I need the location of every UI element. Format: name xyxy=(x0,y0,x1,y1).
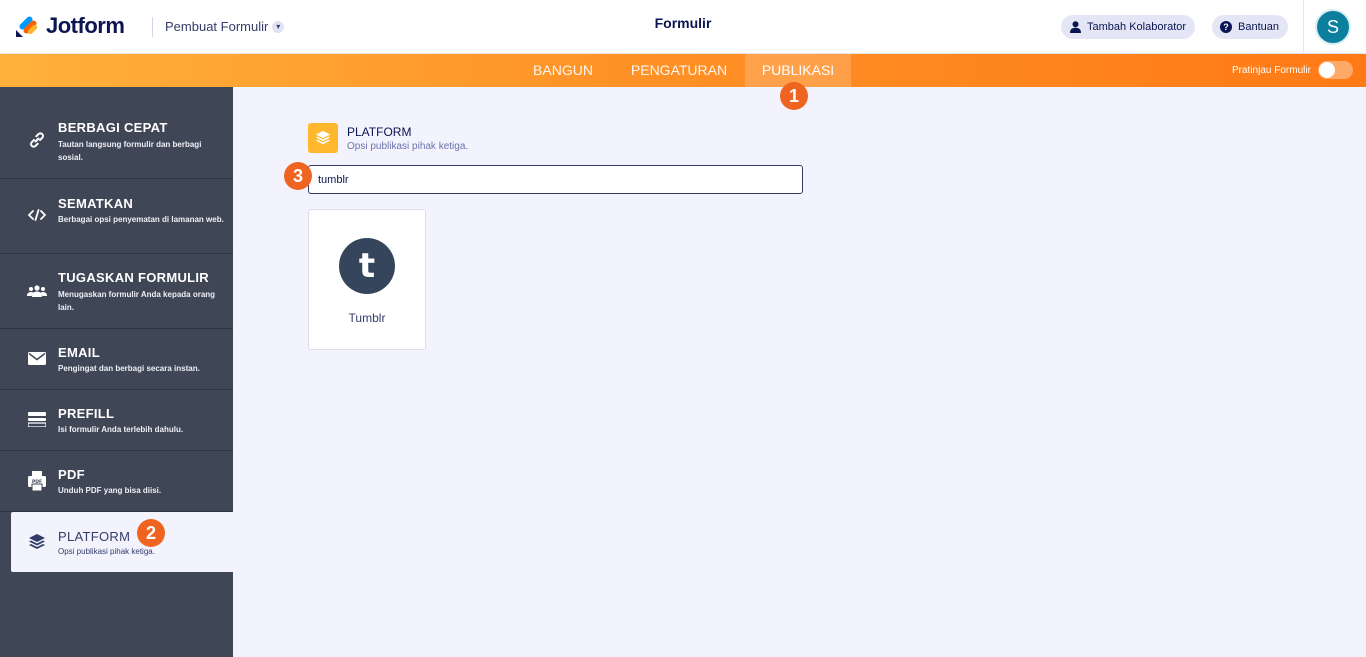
sidebar-item-title: PLATFORM xyxy=(58,529,131,544)
layers-icon xyxy=(27,532,47,552)
sidebar-item-embed[interactable]: SEMATKAN Berbagai opsi penyematan di lam… xyxy=(0,179,233,254)
svg-text:PDF: PDF xyxy=(32,479,42,485)
sidebar-item-quick-share[interactable]: BERBAGI CEPAT Tautan langsung formulir d… xyxy=(0,87,233,179)
add-collaborator-button[interactable]: Tambah Kolaborator xyxy=(1061,15,1196,39)
code-icon xyxy=(27,205,47,225)
sidebar-item-prefill[interactable]: PREFILL Isi formulir Anda terlebih dahul… xyxy=(0,390,233,451)
sidebar-item-title: SEMATKAN xyxy=(58,196,134,211)
form-builder-dropdown[interactable]: Pembuat Formulir ▾ xyxy=(165,19,285,34)
platform-card-label: Tumblr xyxy=(348,311,386,325)
builder-nav: BANGUN PENGATURAN PUBLIKASI Pratinjau Fo… xyxy=(0,54,1366,87)
platform-section-icon xyxy=(308,123,338,153)
platform-card-tumblr[interactable]: t Tumblr xyxy=(308,209,426,350)
app-header: Jotform Pembuat Formulir ▾ Formulir Tamb… xyxy=(0,0,1366,54)
pdf-icon: PDF xyxy=(27,471,47,491)
step-badge-1: 1 xyxy=(780,82,808,110)
jotform-logo-icon xyxy=(16,16,38,37)
form-preview-toggle[interactable] xyxy=(1318,61,1353,79)
layers-icon xyxy=(315,130,331,145)
tab-build[interactable]: BANGUN xyxy=(520,54,606,87)
sidebar-item-title: BERBAGI CEPAT xyxy=(58,120,168,135)
platform-search-input[interactable] xyxy=(308,165,803,194)
tumblr-icon: t xyxy=(339,238,395,294)
question-icon: ? xyxy=(1220,21,1232,33)
header-divider xyxy=(152,17,153,37)
logo-text: Jotform xyxy=(46,13,125,38)
sidebar-item-desc: Isi formulir Anda terlebih dahulu. xyxy=(58,425,184,434)
sidebar-item-desc: Unduh PDF yang bisa diisi. xyxy=(58,486,162,495)
sidebar-item-desc: Pengingat dan berbagi secara instan. xyxy=(58,364,200,373)
sidebar-item-assign-form[interactable]: TUGASKAN FORMULIR Menugaskan formulir An… xyxy=(0,254,233,329)
avatar[interactable]: S xyxy=(1315,9,1351,45)
sidebar-item-desc: Menugaskan formulir Anda kepada orang la… xyxy=(58,290,216,312)
link-icon xyxy=(27,130,47,150)
sidebar-item-desc: Opsi publikasi pihak ketiga. xyxy=(58,547,155,556)
sidebar-item-desc: Berbagai opsi penyematan di lamanan web. xyxy=(58,215,224,224)
jotform-logo[interactable]: Jotform xyxy=(14,13,125,39)
user-icon xyxy=(1069,21,1081,33)
prefill-icon xyxy=(27,409,47,429)
users-icon xyxy=(27,281,47,301)
sidebar-item-platform[interactable]: PLATFORM Opsi publikasi pihak ketiga. xyxy=(11,512,233,572)
sidebar-item-email[interactable]: EMAIL Pengingat dan berbagi secara insta… xyxy=(0,329,233,390)
add-collaborator-label: Tambah Kolaborator xyxy=(1087,21,1187,33)
help-button[interactable]: ? Bantuan xyxy=(1212,15,1288,39)
step-badge-2: 2 xyxy=(137,519,165,547)
step-badge-3: 3 xyxy=(284,162,312,190)
form-preview-label: Pratinjau Formulir xyxy=(1232,65,1311,76)
sidebar-item-title: PDF xyxy=(58,467,85,482)
sidebar-item-title: PREFILL xyxy=(58,406,115,421)
sidebar-item-pdf[interactable]: PDF PDF Unduh PDF yang bisa diisi. xyxy=(0,451,233,512)
chevron-down-icon: ▾ xyxy=(272,20,285,33)
header-separator xyxy=(1303,0,1304,54)
toggle-knob xyxy=(1319,62,1335,78)
section-title: PLATFORM xyxy=(347,125,412,139)
section-subtitle: Opsi publikasi pihak ketiga. xyxy=(347,141,469,152)
form-builder-label: Pembuat Formulir xyxy=(165,19,269,34)
sidebar-item-title: EMAIL xyxy=(58,345,100,360)
help-label: Bantuan xyxy=(1238,21,1279,33)
sidebar-item-desc: Tautan langsung formulir dan berbagi sos… xyxy=(58,140,202,162)
sidebar-item-title: TUGASKAN FORMULIR xyxy=(58,270,209,285)
tab-settings[interactable]: PENGATURAN xyxy=(620,54,738,87)
envelope-icon xyxy=(27,348,47,368)
